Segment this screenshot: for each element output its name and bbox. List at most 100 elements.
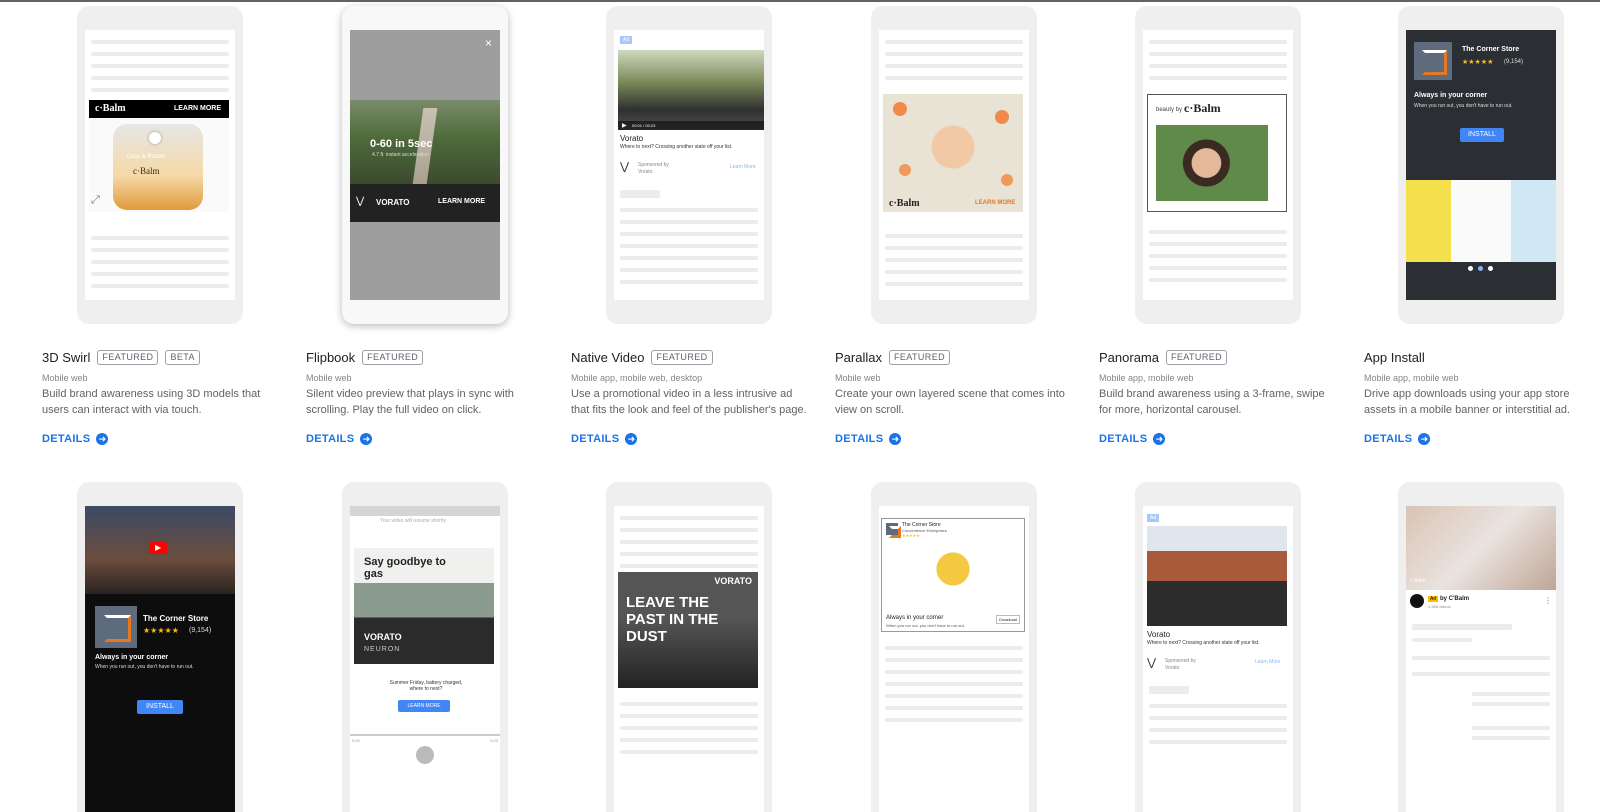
install-button[interactable]: INSTALL	[137, 700, 183, 714]
card-title-row: Native Video FEATURED	[571, 350, 713, 365]
carousel-dot-active[interactable]	[1478, 266, 1483, 271]
progress-bar[interactable]	[350, 734, 500, 736]
carousel-dot[interactable]	[1488, 266, 1493, 271]
sponsored-label: Sponsored by	[1165, 658, 1196, 664]
phone-preview[interactable]: The Corner Store ★★★★★ (9,154) Always in…	[1398, 6, 1564, 324]
store-logo-icon	[1414, 42, 1452, 80]
product-label: c·Balm	[133, 166, 160, 176]
card-description: Silent video preview that plays in sync …	[306, 388, 514, 416]
sponsor-name: Vorato	[638, 169, 653, 175]
learn-more-link[interactable]: Learn More	[730, 164, 756, 170]
ad-title: Vorato	[620, 134, 644, 143]
screenshot-carousel[interactable]	[1406, 180, 1556, 262]
tagline: When you run out, you don't have to run …	[95, 664, 194, 670]
product-image: c·Balm Drop & Rotate	[89, 118, 229, 212]
parallax-image: c·Balm LEARN MORE	[883, 94, 1023, 212]
play-icon[interactable]: ▶	[155, 543, 161, 552]
phone-preview[interactable]: VORATO LEAVE THE PAST IN THE DUST	[606, 482, 772, 812]
phone-preview[interactable]: Your video will resume shortly Say goodb…	[342, 482, 508, 812]
learn-more-link[interactable]: LEARN MORE	[438, 198, 485, 205]
ad-format-gallery: c·Balm LEARN MORE c·Balm Drop & Rotate ⤢…	[0, 0, 1600, 812]
more-options-icon[interactable]: ⋮	[1544, 596, 1552, 605]
preview-screen: ▶ The Corner Store ★★★★★ (9,154) Always …	[85, 506, 235, 812]
headline: Always in your corner	[1414, 92, 1488, 99]
channel-avatar[interactable]	[1410, 594, 1424, 608]
card-description: Use a promotional video in a less intrus…	[571, 388, 807, 416]
card-platforms: Mobile app, mobile web	[1099, 373, 1194, 383]
details-link[interactable]: DETAILS ➜	[42, 433, 109, 445]
learn-more-link[interactable]: LEARN MORE	[174, 105, 221, 112]
rotate-handle-icon[interactable]	[149, 132, 161, 144]
product-line: Drop & Rotate	[127, 154, 166, 160]
card-title: Flipbook	[306, 350, 356, 365]
ad-tag: Ad	[1147, 514, 1160, 522]
featured-badge: FEATURED	[888, 350, 951, 365]
preview-screen: c·Balm LEARN MORE c·Balm Drop & Rotate ⤢	[85, 30, 235, 300]
phone-preview[interactable]: c·Balm LEARN MORE c·Balm Drop & Rotate ⤢	[77, 6, 243, 324]
download-button[interactable]: Download	[996, 615, 1020, 624]
play-icon[interactable]: ▶	[622, 122, 627, 129]
ad-copy: Summer Friday, battery charged, where to…	[389, 680, 463, 692]
featured-badge: FEATURED	[362, 350, 424, 365]
headline: Always in your corner	[95, 654, 169, 661]
preview-screen: The Corner Store Convenience Enterprises…	[879, 506, 1029, 812]
beta-badge: BETA	[165, 350, 200, 365]
details-label: DETAILS	[571, 433, 620, 445]
pause-icon[interactable]	[416, 746, 434, 764]
details-link[interactable]: DETAILS ➜	[571, 433, 638, 445]
card-title: Native Video	[571, 350, 645, 365]
preview-screen: c·Balm LEARN MORE	[879, 30, 1029, 300]
panorama-carousel[interactable]: beauty by c·Balm	[1147, 94, 1287, 212]
phone-preview[interactable]: Ad Vorato Where to next? Crossing anothe…	[1135, 482, 1301, 812]
card-title-row: Parallax FEATURED	[835, 350, 951, 365]
details-link[interactable]: DETAILS ➜	[835, 433, 902, 445]
tagline: When you run out, you don't have to run …	[1414, 103, 1513, 109]
details-link[interactable]: DETAILS ➜	[306, 433, 373, 445]
install-button[interactable]: INSTALL	[1460, 128, 1504, 142]
phone-preview[interactable]: c·Balm Ad by C'Balm 1,968 videos ⋮	[1398, 482, 1564, 812]
learn-more-button[interactable]: LEARN MORE	[398, 700, 450, 712]
phone-preview[interactable]: ▶ The Corner Store ★★★★★ (9,154) Always …	[77, 482, 243, 812]
ad-headline: Say goodbye to gas	[364, 556, 446, 580]
ad-image	[1147, 526, 1287, 626]
phone-preview[interactable]: c·Balm LEARN MORE	[871, 6, 1037, 324]
phone-preview[interactable]: The Corner Store Convenience Enterprises…	[871, 482, 1037, 812]
brand-name: VORATO	[376, 198, 410, 207]
card-title: App Install	[1364, 350, 1425, 365]
ad-tag: Ad	[1428, 596, 1439, 602]
vorato-logo-icon: ⋁	[356, 196, 365, 207]
resume-banner: Your video will resume shortly	[380, 518, 446, 524]
expand-icon[interactable]: ⤢	[91, 194, 100, 207]
learn-more-link[interactable]: LEARN MORE	[975, 200, 1015, 206]
close-icon[interactable]: ×	[485, 36, 492, 50]
details-link[interactable]: DETAILS ➜	[1364, 433, 1431, 445]
rating-count: (9,154)	[189, 627, 212, 634]
phone-preview[interactable]: Ad ▶ 00:01 / 00:23 Vorato Where to next?…	[606, 6, 772, 324]
arrow-right-icon: ➜	[96, 433, 109, 445]
card-platforms: Mobile app, mobile web, desktop	[571, 373, 703, 383]
video-time: 00:01 / 00:23	[632, 123, 656, 128]
learn-more-link[interactable]: Learn More	[1255, 659, 1281, 665]
phone-preview[interactable]: beauty by c·Balm	[1135, 6, 1301, 324]
preview-screen: The Corner Store ★★★★★ (9,154) Always in…	[1406, 30, 1556, 300]
preview-screen: Ad Vorato Where to next? Crossing anothe…	[1143, 506, 1293, 812]
headline: Always in your corner	[886, 615, 944, 621]
ad-subtitle: Where to next? Crossing another state of…	[1147, 640, 1260, 646]
card-description: Build brand awareness using a 3-frame, s…	[1099, 388, 1325, 416]
carousel-dot[interactable]	[1468, 266, 1473, 271]
preview-screen: Your video will resume shortly Say goodb…	[350, 506, 500, 812]
card-title-row: 3D Swirl FEATURED BETA	[42, 350, 200, 365]
channel-name: by C'Balm	[1440, 596, 1470, 602]
details-link[interactable]: DETAILS ➜	[1099, 433, 1166, 445]
model-name: NEURON	[364, 646, 401, 653]
phone-preview[interactable]: × 0-60 in 5sec 4.7 ft. instant accelerat…	[342, 6, 508, 324]
featured-badge: FEATURED	[1165, 350, 1228, 365]
preview-screen: VORATO LEAVE THE PAST IN THE DUST	[614, 506, 764, 812]
details-label: DETAILS	[835, 433, 884, 445]
video-frame: 0-60 in 5sec 4.7 ft. instant acceleratio…	[350, 100, 500, 184]
video-player[interactable]: ▶ 00:01 / 00:23	[618, 50, 764, 130]
details-label: DETAILS	[1364, 433, 1413, 445]
vorato-logo-icon: ⋁	[1147, 657, 1157, 669]
cta-bar: ⋁ VORATO LEARN MORE	[350, 184, 500, 222]
brand-prefix: beauty by	[1156, 107, 1183, 113]
